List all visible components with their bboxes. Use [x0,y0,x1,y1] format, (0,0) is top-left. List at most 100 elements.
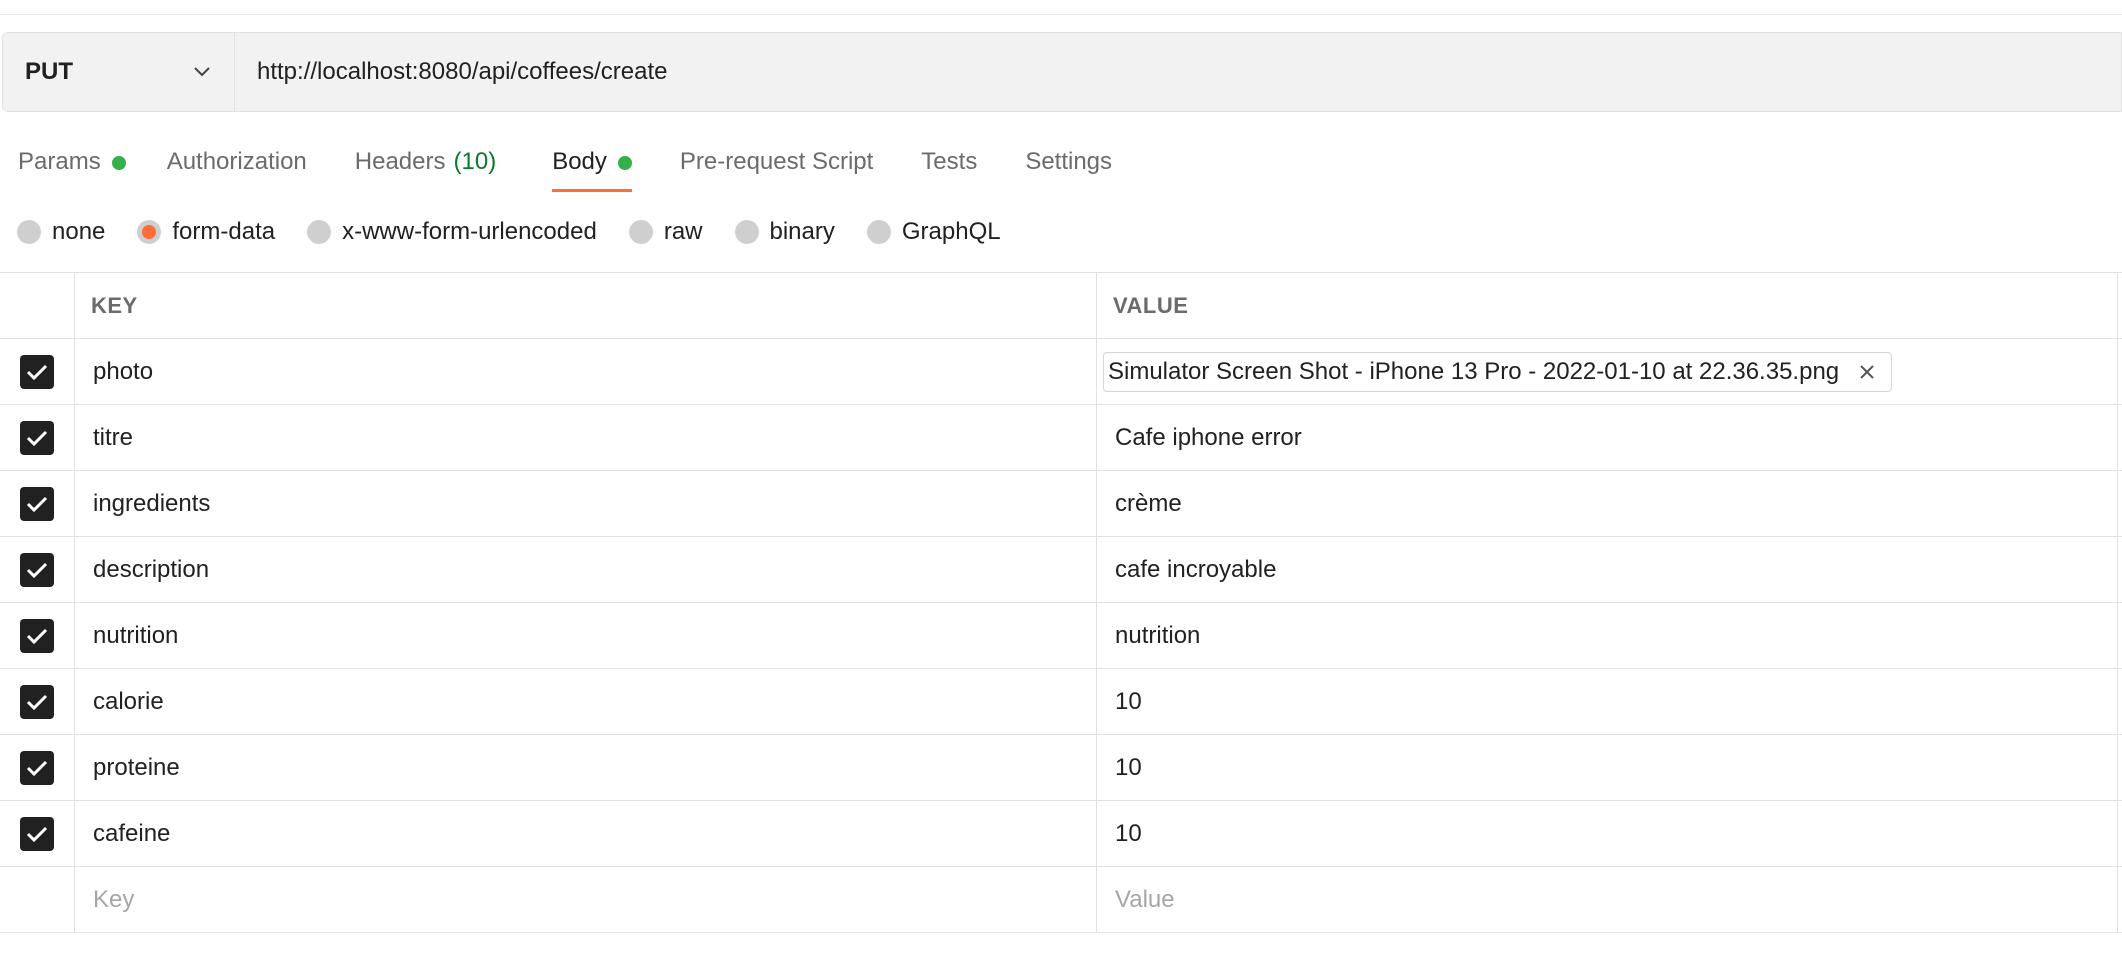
value-cell[interactable]: 10 [1097,669,2118,734]
tab-headers[interactable]: Headers (10) [355,138,496,194]
table-row: ingredients crème [0,471,2122,537]
radio-button[interactable] [307,220,332,244]
top-divider [0,14,2122,15]
row-check-cell [0,339,75,404]
file-name: Simulator Screen Shot - iPhone 13 Pro - … [1108,357,1840,385]
radio-label: x-www-form-urlencoded [342,218,597,245]
row-checkbox[interactable] [20,552,54,587]
key-cell[interactable]: proteine [75,735,1097,800]
tab-body[interactable]: Body [552,138,632,194]
row-checkbox[interactable] [20,420,54,455]
key-cell[interactable]: description [75,537,1097,602]
key-input[interactable]: Key [75,867,1097,932]
radio-x-www-form-urlencoded[interactable]: x-www-form-urlencoded [307,218,597,246]
value-cell[interactable]: 10 [1097,735,2118,800]
checkmark-icon [26,364,48,380]
table-row: cafeine 10 [0,801,2122,867]
table-row: nutrition nutrition [0,603,2122,669]
value-cell[interactable]: 10 [1097,801,2118,866]
row-checkbox[interactable] [20,684,54,719]
tab-label: Pre-request Script [679,148,874,175]
value-cell[interactable]: crème [1097,471,2118,536]
column-header-value: VALUE [1097,273,2118,338]
table-row: titre Cafe iphone error [0,405,2122,471]
value-cell[interactable]: nutrition [1097,603,2118,668]
close-icon[interactable] [1857,362,1877,382]
column-header-key: KEY [75,273,1097,338]
row-check-cell [0,603,75,668]
table-row: description cafe incroyable [0,537,2122,603]
tab-label: Body [552,148,607,175]
radio-label: form-data [172,218,276,245]
tab-authorization[interactable]: Authorization [167,138,307,194]
radio-label: GraphQL [901,218,1001,245]
row-check-cell [0,801,75,866]
row-checkbox[interactable] [20,486,54,521]
value-cell[interactable]: Cafe iphone error [1097,405,2118,470]
method-dropdown[interactable]: PUT [3,33,235,111]
tab-label: Authorization [166,148,307,175]
table-row: proteine 10 [0,735,2122,801]
header-check-cell [0,273,75,338]
params-status-dot [111,156,126,170]
row-check-cell [0,537,75,602]
radio-form-data[interactable]: form-data [137,218,275,246]
checkmark-icon [26,430,48,446]
row-checkbox[interactable] [20,618,54,653]
checkmark-icon [26,562,48,578]
tab-label: Tests [921,148,978,175]
body-type-selector: none form-data x-www-form-urlencoded raw… [17,216,1033,248]
radio-none[interactable]: none [17,218,105,246]
request-url-bar: PUT http://localhost:8080/api/coffees/cr… [2,32,2122,112]
tab-tests[interactable]: Tests [921,138,977,194]
form-data-table: KEY VALUE photo Simulator Screen Shot - … [0,272,2122,933]
radio-button[interactable] [17,220,41,244]
radio-button[interactable] [866,220,891,244]
key-cell[interactable]: nutrition [75,603,1097,668]
value-cell[interactable]: cafe incroyable [1097,537,2118,602]
tab-params[interactable]: Params [18,138,126,194]
row-check-cell [0,867,75,932]
radio-label: binary [769,218,835,245]
row-checkbox[interactable] [20,816,54,851]
value-input[interactable]: Value [1097,867,2118,932]
row-check-cell [0,735,75,800]
table-header-row: KEY VALUE [0,273,2122,339]
radio-label: none [52,218,106,245]
radio-label: raw [663,218,703,245]
tab-pre-request-script[interactable]: Pre-request Script [680,138,873,194]
tab-settings[interactable]: Settings [1025,138,1112,194]
method-label: PUT [25,58,73,85]
key-cell[interactable]: cafeine [75,801,1097,866]
table-row-new: Key Value [0,867,2122,933]
checkmark-icon [26,760,48,776]
value-cell[interactable]: Simulator Screen Shot - iPhone 13 Pro - … [1097,339,2118,404]
radio-button[interactable] [628,220,653,244]
url-input[interactable]: http://localhost:8080/api/coffees/create [235,33,2121,111]
radio-raw[interactable]: raw [628,218,703,246]
table-row: calorie 10 [0,669,2122,735]
row-checkbox[interactable] [20,750,54,785]
checkmark-icon [26,694,48,710]
key-cell[interactable]: ingredients [75,471,1097,536]
tab-label: Headers [354,148,446,175]
request-tabs: Params Authorization Headers (10) Body P… [0,138,1112,194]
radio-graphql[interactable]: GraphQL [866,218,1001,246]
table-row: photo Simulator Screen Shot - iPhone 13 … [0,339,2122,405]
checkmark-icon [26,826,48,842]
key-cell[interactable]: photo [75,339,1097,404]
body-status-dot [617,156,632,170]
row-check-cell [0,405,75,470]
radio-button[interactable] [734,220,759,244]
radio-button-selected[interactable] [137,220,162,244]
row-checkbox[interactable] [20,354,54,389]
checkmark-icon [26,496,48,512]
radio-selected-dot [142,225,157,239]
tab-label: Params [18,148,101,175]
row-check-cell [0,471,75,536]
headers-count: (10) [453,148,497,175]
key-cell[interactable]: titre [75,405,1097,470]
tab-label: Settings [1025,148,1113,175]
radio-binary[interactable]: binary [734,218,835,246]
key-cell[interactable]: calorie [75,669,1097,734]
